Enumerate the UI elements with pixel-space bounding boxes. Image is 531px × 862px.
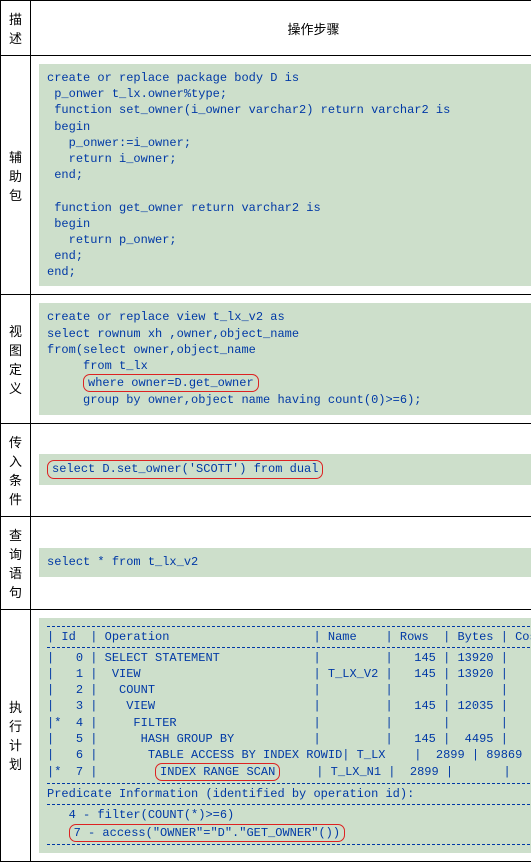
code-block: create or replace view t_lx_v2 as select… xyxy=(39,303,531,414)
table-row: 传入条件 select D.set_owner('SCOTT') from du… xyxy=(1,423,531,516)
code-block: | Id | Operation | Name | Rows | Bytes |… xyxy=(39,618,531,853)
plan-row: | 1 | VIEW | T_LX_V2 | 145 | 13920 | 86 xyxy=(47,667,531,681)
plan-header: | Id | Operation | Name | Rows | Bytes |… xyxy=(47,630,531,644)
row-input-cond-label: 传入条件 xyxy=(1,423,31,516)
table-row: 视图定义 create or replace view t_lx_v2 as s… xyxy=(1,295,531,423)
steps-table: 描述 操作步骤 辅助包 create or replace package bo… xyxy=(0,0,531,862)
divider xyxy=(47,804,531,805)
row-helper-label: 辅助包 xyxy=(1,56,31,295)
row-view-content: create or replace view t_lx_v2 as select… xyxy=(31,295,531,423)
divider xyxy=(47,844,531,845)
col-steps-header: 操作步骤 xyxy=(31,1,531,56)
divider xyxy=(47,647,531,648)
plan-row: | 2 | COUNT | | | | xyxy=(47,683,508,697)
divider xyxy=(47,626,531,627)
plan-row-part: | T_LX_N1 | 2899 | | 7 xyxy=(280,765,531,779)
row-helper-content: create or replace package body D is p_on… xyxy=(31,56,531,295)
row-input-cond-content: select D.set_owner('SCOTT') from dual xyxy=(31,423,531,516)
code-block: create or replace package body D is p_on… xyxy=(39,64,531,286)
code-line: group by owner,object name having count(… xyxy=(47,393,421,407)
row-plan-label: 执行计划 xyxy=(1,609,31,861)
predicate-line: 4 - filter(COUNT(*)>=6) xyxy=(47,808,234,822)
row-query-content: select * from t_lx_v2 xyxy=(31,516,531,609)
row-view-label: 视图定义 xyxy=(1,295,31,423)
row-plan-content: | Id | Operation | Name | Rows | Bytes |… xyxy=(31,609,531,861)
code-block: select D.set_owner('SCOTT') from dual xyxy=(39,454,531,484)
divider xyxy=(47,783,531,784)
col-desc-header: 描述 xyxy=(1,1,31,56)
plan-row: | 5 | HASH GROUP BY | | 145 | 4495 | 86 xyxy=(47,732,531,746)
code-line: create or replace view t_lx_v2 as xyxy=(47,310,285,324)
plan-row: | 0 | SELECT STATEMENT | | 145 | 13920 |… xyxy=(47,651,531,665)
plan-row: |* 4 | FILTER | | | | xyxy=(47,716,508,730)
plan-row: | 3 | VIEW | | 145 | 12035 | 86 xyxy=(47,699,531,713)
table-row: 执行计划 | Id | Operation | Name | Rows | By… xyxy=(1,609,531,861)
code-line: select rownum xh ,owner,object_name xyxy=(47,327,299,341)
row-query-label: 查询语句 xyxy=(1,516,31,609)
highlight-where-owner: where owner=D.get_owner xyxy=(83,374,259,392)
table-row: 辅助包 create or replace package body D is … xyxy=(1,56,531,295)
plan-row-part: |* 7 | xyxy=(47,765,155,779)
predicate-title: Predicate Information (identified by ope… xyxy=(47,787,414,801)
highlight-access-owner: 7 - access("OWNER"="D"."GET_OWNER"()) xyxy=(69,824,345,842)
table-row: 查询语句 select * from t_lx_v2 xyxy=(1,516,531,609)
code-line: from(select owner,object_name xyxy=(47,343,256,357)
code-block: select * from t_lx_v2 xyxy=(39,548,531,576)
code-line: from t_lx xyxy=(47,359,148,373)
plan-row: | 6 | TABLE ACCESS BY INDEX ROWID| T_LX … xyxy=(47,748,531,762)
highlight-set-owner: select D.set_owner('SCOTT') from dual xyxy=(47,460,323,478)
highlight-index-range-scan: INDEX RANGE SCAN xyxy=(155,763,280,781)
